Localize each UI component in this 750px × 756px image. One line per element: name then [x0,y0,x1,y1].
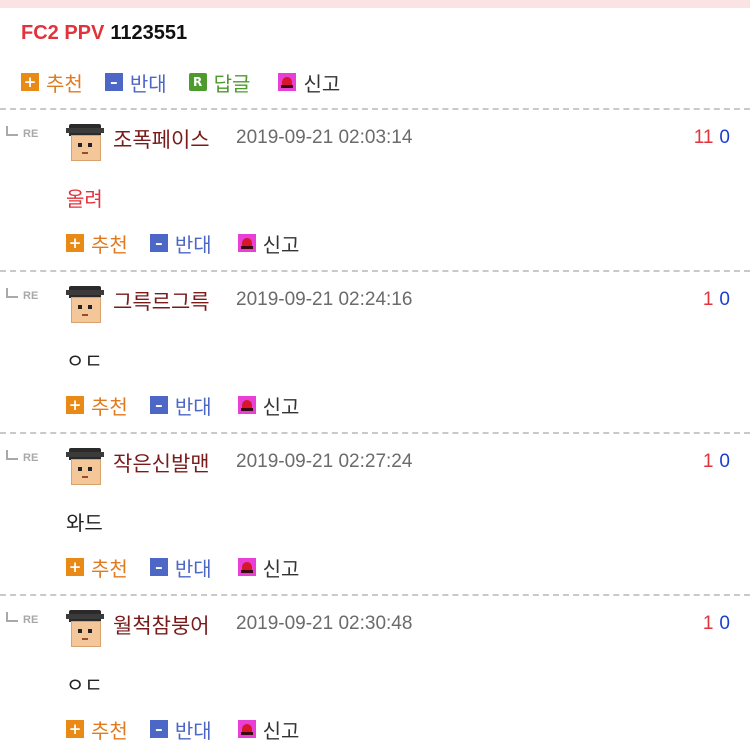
avatar[interactable] [66,610,104,648]
comment-item: RE 월척참붕어 2019-09-21 02:30:48 10 ㅇㄷ + 추천 –… [0,596,750,756]
oppose-label: 반대 [174,394,212,419]
down-count: 0 [719,451,730,472]
minus-icon: – [149,720,168,738]
comment-oppose-button[interactable]: – 반대 [149,553,212,582]
report-label: 신고 [262,556,300,581]
oppose-label: 반대 [174,556,212,581]
down-count: 0 [719,127,730,148]
comment-recommend-button[interactable]: + 추천 [66,391,128,420]
plus-icon: + [66,234,84,252]
up-count: 11 [693,127,714,148]
recommend-label: 추천 [91,718,128,743]
comment-actions: + 추천 – 반대 신고 [66,229,321,258]
plus-icon: + [66,720,84,738]
comment-recommend-button[interactable]: + 추천 [66,229,128,258]
avatar[interactable] [66,286,104,324]
comment-text: 와드 [66,511,103,535]
siren-icon [237,558,256,576]
post-report-button[interactable]: 신고 [278,68,340,97]
top-bar [0,0,750,8]
comment-report-button[interactable]: 신고 [237,391,300,420]
comment-author[interactable]: 작은신발맨 [113,448,210,478]
comment-date: 2019-09-21 02:27:24 [236,451,413,472]
reply-r-icon: R [188,73,207,91]
comment-report-button[interactable]: 신고 [237,553,300,582]
comment-report-button[interactable]: 신고 [237,229,300,258]
comment-date: 2019-09-21 02:24:16 [236,289,413,310]
comment-votes: 10 [703,289,730,311]
post-oppose-label: 반대 [129,71,167,96]
minus-icon: – [149,234,168,252]
reply-arrow-icon: RE [6,450,46,464]
comment-oppose-button[interactable]: – 반대 [149,715,212,744]
up-count: 1 [702,613,714,634]
report-label: 신고 [262,394,300,419]
comment-item: RE 작은신발맨 2019-09-21 02:27:24 10 와드 + 추천 –… [0,434,750,594]
recommend-label: 추천 [91,232,128,257]
comment-item: RE 그륵르그륵 2019-09-21 02:24:16 10 ㅇㄷ + 추천 –… [0,272,750,432]
post-report-label: 신고 [303,71,341,96]
siren-icon [237,396,256,414]
comment-author[interactable]: 조폭페이스 [113,124,210,154]
comment-text: ㅇㄷ [66,349,103,373]
post-title-number: 1123551 [110,22,188,44]
down-count: 0 [719,289,730,310]
comment-actions: + 추천 – 반대 신고 [66,715,321,744]
comment-author[interactable]: 그륵르그륵 [113,286,210,316]
comment-text: 올려 [66,187,103,211]
comment-actions: + 추천 – 반대 신고 [66,391,321,420]
plus-icon: + [21,73,39,91]
avatar[interactable] [66,124,104,162]
comment-votes: 11 0 [694,127,730,149]
post-title-code: FC2 PPV [21,22,105,44]
plus-icon: + [66,558,84,576]
post-recommend-label: 추천 [46,71,83,96]
comment-item: RE 조폭페이스 2019-09-21 02:03:14 11 0 올려 + 추천 … [0,110,750,270]
oppose-label: 반대 [174,718,212,743]
minus-icon: – [149,396,168,414]
comment-date: 2019-09-21 02:03:14 [236,127,413,148]
post-reply-label: 답글 [213,71,251,96]
post-actions: + 추천 – 반대 R 답글 신고 [21,68,362,96]
recommend-label: 추천 [91,394,128,419]
up-count: 1 [702,289,714,310]
post-title: FC2 PPV 1123551 [21,22,187,45]
report-label: 신고 [262,232,300,257]
comment-votes: 10 [703,451,730,473]
comment-votes: 10 [703,613,730,635]
siren-icon [278,73,297,91]
comment-date: 2019-09-21 02:30:48 [236,613,413,634]
reply-arrow-icon: RE [6,612,46,626]
post-recommend-button[interactable]: + 추천 [21,68,83,97]
comment-recommend-button[interactable]: + 추천 [66,715,128,744]
comment-oppose-button[interactable]: – 반대 [149,229,212,258]
recommend-label: 추천 [91,556,128,581]
post-oppose-button[interactable]: – 반대 [104,68,167,97]
comment-text: ㅇㄷ [66,673,103,697]
reply-arrow-icon: RE [6,126,46,140]
plus-icon: + [66,396,84,414]
oppose-label: 반대 [174,232,212,257]
up-count: 1 [702,451,714,472]
comment-recommend-button[interactable]: + 추천 [66,553,128,582]
minus-icon: – [104,73,123,91]
down-count: 0 [719,613,730,634]
minus-icon: – [149,558,168,576]
siren-icon [237,720,256,738]
comment-author[interactable]: 월척참붕어 [113,610,210,640]
comment-oppose-button[interactable]: – 반대 [149,391,212,420]
comment-actions: + 추천 – 반대 신고 [66,553,321,582]
comment-report-button[interactable]: 신고 [237,715,300,744]
siren-icon [237,234,256,252]
post-reply-button[interactable]: R 답글 [188,68,251,97]
avatar[interactable] [66,448,104,486]
reply-arrow-icon: RE [6,288,46,302]
report-label: 신고 [262,718,300,743]
